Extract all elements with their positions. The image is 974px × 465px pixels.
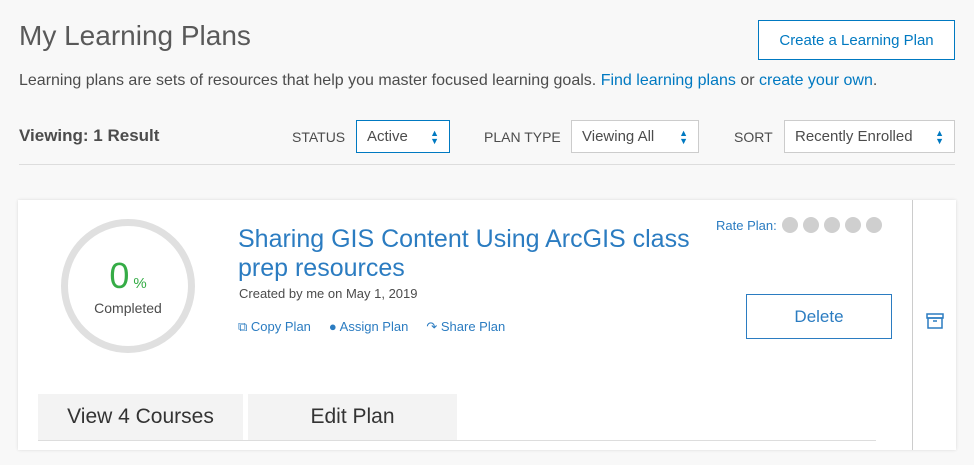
or-text: or [735, 72, 760, 89]
tab-underline [38, 440, 876, 441]
divider [912, 200, 913, 450]
page-description: Learning plans are sets of resources tha… [19, 72, 877, 90]
edit-plan-tab[interactable]: Edit Plan [248, 394, 457, 440]
rating-globe-icon[interactable] [844, 217, 861, 233]
rate-label: Rate Plan: [716, 217, 777, 233]
rating-globe-icon[interactable] [781, 217, 798, 233]
status-select[interactable]: Active ▲ ▼ [356, 120, 450, 153]
progress-value: 0 [109, 255, 130, 296]
share-plan-link[interactable]: ↷ Share Plan [426, 319, 505, 335]
delete-button[interactable]: Delete [746, 294, 892, 339]
archive-icon[interactable] [926, 313, 944, 334]
plan-type-value: Viewing All [582, 128, 655, 145]
assign-label: Assign Plan [339, 319, 409, 334]
progress-percent: 0% [61, 255, 195, 297]
progress-label: Completed [94, 300, 162, 316]
copy-label: Copy Plan [250, 319, 311, 334]
page-title: My Learning Plans [19, 20, 251, 51]
find-learning-plans-link[interactable]: Find learning plans [601, 72, 736, 89]
sort-arrows-icon: ▲ ▼ [679, 128, 688, 146]
share-label: Share Plan [440, 319, 506, 334]
plan-type-select[interactable]: Viewing All ▲ ▼ [571, 120, 699, 153]
sort-label: SORT [734, 129, 773, 145]
sort-arrows-icon: ▲ ▼ [935, 128, 944, 146]
create-your-own-link[interactable]: create your own [759, 72, 873, 89]
status-label: STATUS [292, 129, 346, 145]
plan-created: Created by me on May 1, 2019 [239, 286, 418, 301]
copy-plan-link[interactable]: ⧉ Copy Plan [238, 319, 311, 335]
view-courses-tab[interactable]: View 4 Courses [38, 394, 243, 440]
sort-value: Recently Enrolled [795, 128, 913, 145]
plan-actions: ⧉ Copy Plan ● Assign Plan ↷ Share Plan [238, 319, 505, 335]
copy-icon: ⧉ [238, 319, 248, 334]
rate-plan: Rate Plan: [716, 217, 882, 233]
rating-globe-icon[interactable] [823, 217, 840, 233]
status-value: Active [367, 128, 408, 145]
plan-title-link[interactable]: Sharing GIS Content Using ArcGIS class p… [238, 225, 708, 283]
assign-plan-link[interactable]: ● Assign Plan [329, 319, 408, 335]
sort-arrows-icon: ▲ ▼ [430, 128, 439, 146]
divider [19, 164, 955, 165]
description-text: Learning plans are sets of resources tha… [19, 72, 597, 89]
rating-globe-icon[interactable] [865, 217, 882, 233]
plan-type-label: PLAN TYPE [484, 129, 561, 145]
share-icon: ↷ [426, 319, 438, 334]
progress-unit: % [133, 275, 147, 292]
rating-globe-icon[interactable] [802, 217, 819, 233]
assign-users-icon: ● [328, 319, 337, 334]
period: . [872, 72, 878, 89]
create-learning-plan-button[interactable]: Create a Learning Plan [758, 20, 955, 60]
sort-select[interactable]: Recently Enrolled ▲ ▼ [784, 120, 955, 153]
result-count: Viewing: 1 Result [19, 126, 160, 145]
